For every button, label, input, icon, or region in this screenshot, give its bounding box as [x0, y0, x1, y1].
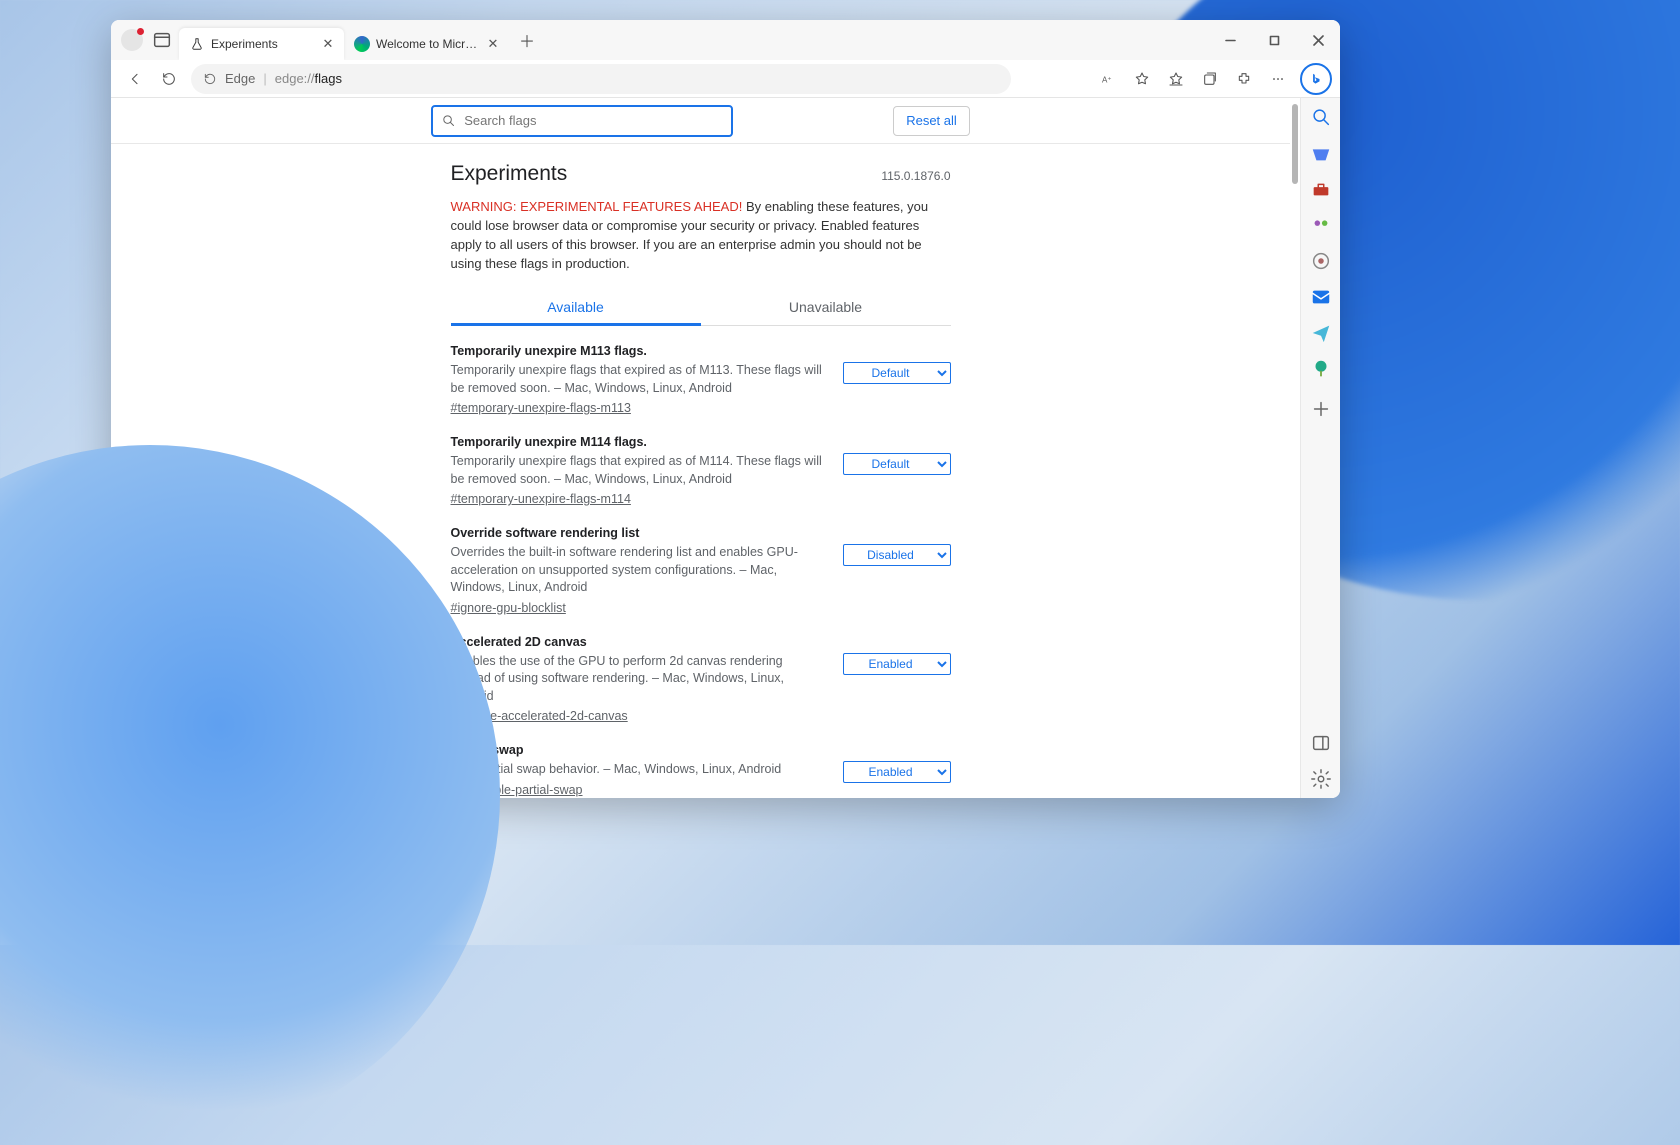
- extensions-button[interactable]: [1228, 63, 1260, 95]
- sidebar-games-icon[interactable]: [1310, 214, 1332, 236]
- back-button[interactable]: [119, 63, 151, 95]
- reload-button[interactable]: [153, 63, 185, 95]
- flags-list: Temporarily unexpire M113 flags. Temporar…: [451, 326, 951, 798]
- search-icon: [441, 113, 456, 128]
- sidebar-drop-icon[interactable]: [1310, 358, 1332, 380]
- tab-unavailable[interactable]: Unavailable: [701, 289, 951, 325]
- flag-name: Partial swap: [451, 743, 825, 757]
- page-viewport: Reset all Experiments 115.0.1876.0 WARNI…: [111, 98, 1300, 798]
- flag-anchor-link[interactable]: #temporary-unexpire-flags-m113: [451, 401, 631, 415]
- tab-close-button[interactable]: ✕: [485, 36, 501, 52]
- sidebar-tools-icon[interactable]: [1310, 178, 1332, 200]
- sidebar-search-icon[interactable]: [1310, 106, 1332, 128]
- tab-label: Experiments: [211, 37, 314, 51]
- search-row: Reset all: [111, 98, 1290, 144]
- flag-row: Temporarily unexpire M113 flags. Temporar…: [451, 326, 951, 417]
- warning-text: WARNING: EXPERIMENTAL FEATURES AHEAD! By…: [451, 198, 951, 273]
- search-flags-box[interactable]: [431, 105, 733, 137]
- maximize-button[interactable]: [1252, 24, 1296, 56]
- flag-description: Temporarily unexpire flags that expired …: [451, 453, 825, 488]
- flag-name: Temporarily unexpire M114 flags.: [451, 435, 825, 449]
- bing-icon: [1309, 72, 1323, 86]
- title-bar: Experiments ✕ Welcome to Microsoft Edge …: [111, 20, 1340, 60]
- flag-state-select[interactable]: DefaultEnabledDisabled: [843, 453, 951, 475]
- edge-icon: [354, 36, 370, 52]
- site-label: Edge: [225, 71, 255, 86]
- flag-state-select[interactable]: DefaultEnabledDisabled: [843, 362, 951, 384]
- flag-description: Temporarily unexpire flags that expired …: [451, 362, 825, 397]
- collections-button[interactable]: [1194, 63, 1226, 95]
- flag-state-select[interactable]: DefaultEnabledDisabled: [843, 544, 951, 566]
- favorites-bar-button[interactable]: [1160, 63, 1192, 95]
- flag-description: Enables the use of the GPU to perform 2d…: [451, 653, 825, 706]
- tab-experiments[interactable]: Experiments ✕: [179, 28, 344, 60]
- read-aloud-button[interactable]: A⁺: [1092, 63, 1124, 95]
- sidebar-shopping-icon[interactable]: [1310, 142, 1332, 164]
- edge-sidebar: [1300, 98, 1340, 798]
- new-tab-button[interactable]: ＋: [513, 26, 541, 54]
- url-dim: edge://: [275, 71, 315, 86]
- flag-description: Sets partial swap behavior. – Mac, Windo…: [451, 761, 825, 779]
- favorite-button[interactable]: [1126, 63, 1158, 95]
- window-close-button[interactable]: [1296, 24, 1340, 56]
- tab-actions-button[interactable]: [151, 29, 173, 51]
- warning-lead: WARNING: EXPERIMENTAL FEATURES AHEAD!: [451, 199, 743, 214]
- tab-label: Welcome to Microsoft Edge Ca: [376, 37, 479, 51]
- minimize-button[interactable]: [1208, 24, 1252, 56]
- flag-row: Partial swap Sets partial swap behavior. …: [451, 725, 951, 798]
- flag-name: Accelerated 2D canvas: [451, 635, 825, 649]
- url-strong: flags: [315, 71, 342, 86]
- flag-state-select[interactable]: DefaultEnabledDisabled: [843, 653, 951, 675]
- tab-available[interactable]: Available: [451, 289, 701, 326]
- toolbar: Edge | edge://flags A⁺: [111, 60, 1340, 98]
- sidebar-send-icon[interactable]: [1310, 322, 1332, 344]
- section-tabs: Available Unavailable: [451, 289, 951, 326]
- flag-row: Accelerated 2D canvas Enables the use of …: [451, 617, 951, 726]
- flag-name: Override software rendering list: [451, 526, 825, 540]
- bing-button[interactable]: [1300, 63, 1332, 95]
- tab-welcome[interactable]: Welcome to Microsoft Edge Ca ✕: [344, 28, 509, 60]
- content-surface: Reset all Experiments 115.0.1876.0 WARNI…: [111, 98, 1340, 798]
- search-flags-input[interactable]: [464, 113, 723, 128]
- address-bar[interactable]: Edge | edge://flags: [191, 64, 1011, 94]
- tab-close-button[interactable]: ✕: [320, 36, 336, 52]
- browser-window: Experiments ✕ Welcome to Microsoft Edge …: [111, 20, 1340, 798]
- more-button[interactable]: [1262, 63, 1294, 95]
- site-info-icon: [203, 72, 217, 86]
- flag-row: Override software rendering list Override…: [451, 508, 951, 617]
- flag-anchor-link[interactable]: #temporary-unexpire-flags-m114: [451, 492, 631, 506]
- reset-all-button[interactable]: Reset all: [893, 106, 970, 136]
- sidebar-outlook-icon[interactable]: [1310, 286, 1332, 308]
- flag-anchor-link[interactable]: #ui-disable-partial-swap: [451, 783, 583, 797]
- sidebar-split-icon[interactable]: [1310, 732, 1332, 754]
- sidebar-add-button[interactable]: [1310, 398, 1332, 420]
- profile-avatar[interactable]: [121, 29, 143, 51]
- flag-anchor-link[interactable]: #ignore-gpu-blocklist: [451, 601, 566, 615]
- tab-actions-icon: [151, 29, 173, 51]
- flag-description: Overrides the built-in software renderin…: [451, 544, 825, 597]
- flask-icon: [189, 36, 205, 52]
- flag-row: Temporarily unexpire M114 flags. Temporar…: [451, 417, 951, 508]
- sidebar-settings-icon[interactable]: [1310, 768, 1332, 790]
- svg-text:A⁺: A⁺: [1102, 75, 1112, 84]
- sidebar-office-icon[interactable]: [1310, 250, 1332, 272]
- flag-state-select[interactable]: DefaultEnabledDisabled: [843, 761, 951, 783]
- vertical-scrollbar[interactable]: [1292, 104, 1298, 790]
- page-title: Experiments: [451, 162, 568, 186]
- version-label: 115.0.1876.0: [881, 169, 950, 183]
- flag-name: Temporarily unexpire M113 flags.: [451, 344, 825, 358]
- flag-anchor-link[interactable]: #disable-accelerated-2d-canvas: [451, 709, 628, 723]
